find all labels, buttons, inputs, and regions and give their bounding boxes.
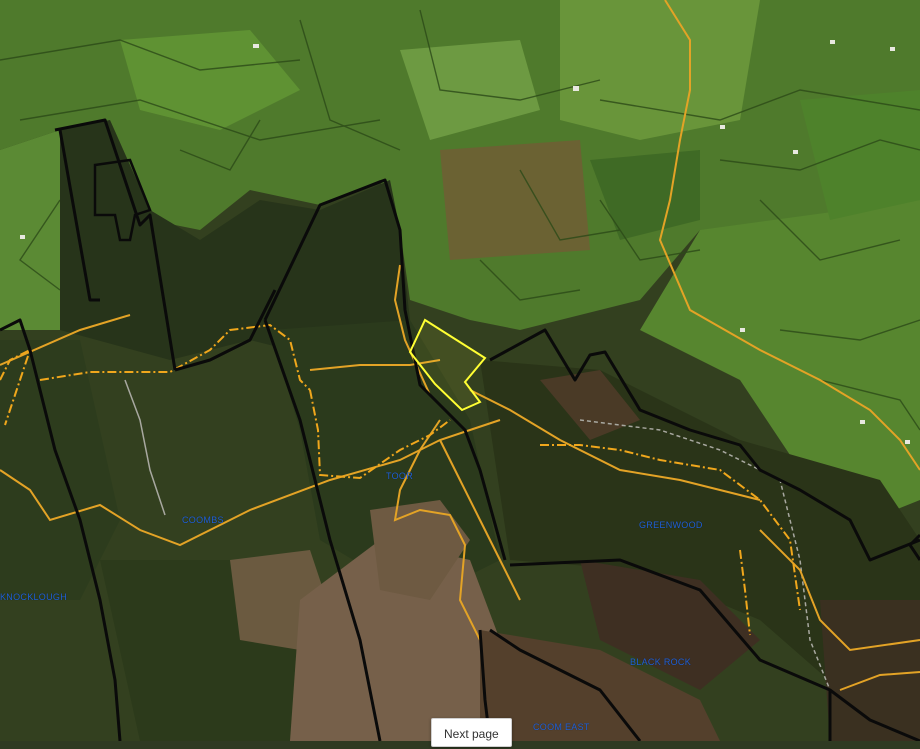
label-black-rock: BLACK ROCK (630, 657, 692, 667)
label-toor: TOOR (386, 471, 414, 481)
label-coombs: COOMBS (182, 515, 224, 525)
label-greenwood: GREENWOOD (639, 520, 703, 530)
label-bottom: COOM EAST (533, 722, 590, 732)
label-west: KNOCKLOUGH (0, 592, 68, 602)
next-page-button[interactable]: Next page (431, 718, 512, 747)
satellite-map[interactable] (0, 0, 920, 741)
